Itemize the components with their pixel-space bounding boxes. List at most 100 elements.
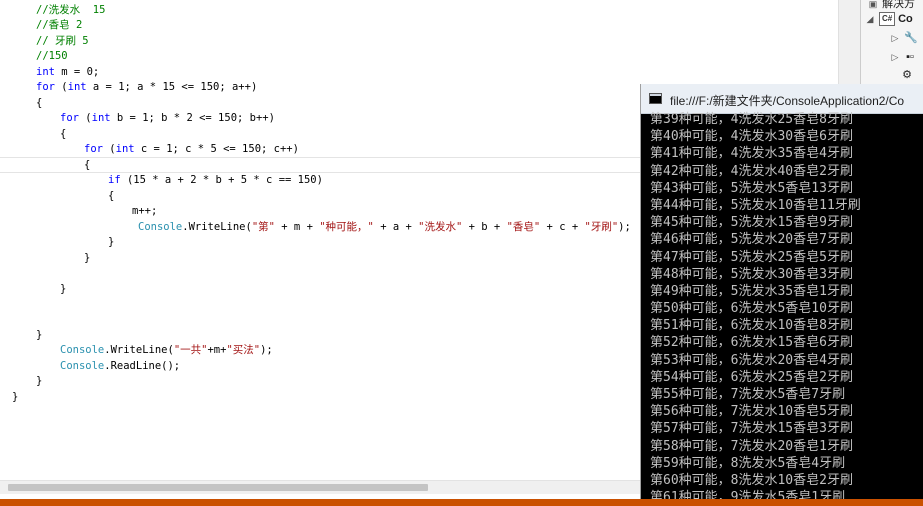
console-line: 第40种可能，4洗发水30香皂6牙刷: [650, 129, 853, 145]
console-line: 第50种可能，6洗发水5香皂10牙刷: [650, 301, 853, 317]
code-token: (: [54, 81, 68, 93]
code-token: int: [115, 143, 135, 155]
code-line[interactable]: {: [60, 127, 66, 143]
expanded-arrow-icon[interactable]: ◢: [864, 10, 876, 28]
code-line[interactable]: }: [12, 390, 18, 406]
code-line[interactable]: }: [84, 251, 90, 267]
code-token: //洗发水 15: [36, 4, 106, 16]
code-line[interactable]: {: [36, 96, 42, 112]
code-token: }: [108, 236, 115, 248]
code-token: m++;: [132, 205, 158, 217]
code-token: "一共": [173, 344, 208, 356]
code-line[interactable]: //香皂 2: [36, 18, 82, 34]
horizontal-scroll-thumb[interactable]: [8, 484, 428, 491]
console-line: 第53种可能，6洗发水20香皂4牙刷: [650, 352, 853, 368]
code-token: }: [36, 375, 43, 387]
code-token: if: [108, 174, 121, 186]
console-window[interactable]: file:///F:/新建文件夹/ConsoleApplication2/Co …: [640, 84, 923, 506]
console-line: 第49种可能，5洗发水35香皂1牙刷: [650, 283, 853, 299]
code-token: "第": [251, 221, 275, 233]
code-token: {: [60, 128, 67, 140]
code-token: .WriteLine(: [104, 344, 174, 356]
code-token: + a +: [373, 221, 419, 233]
console-line: 第47种可能，5洗发水25香皂5牙刷: [650, 249, 853, 265]
console-line: 第58种可能，7洗发水20香皂1牙刷: [650, 438, 853, 454]
console-output: 第39种可能，4洗发水25香皂8牙刷 第40种可能，4洗发水30香皂6牙刷 第41种…: [650, 111, 920, 506]
code-token: Console: [60, 344, 105, 356]
code-token: int: [91, 112, 111, 124]
code-line[interactable]: if (15 * a + 2 * b + 5 * c == 150): [108, 173, 323, 189]
code-token: b = 1; b * 2 <= 150; b++): [110, 112, 275, 124]
code-token: );: [260, 344, 273, 356]
code-token: "牙刷": [584, 221, 619, 233]
code-line[interactable]: for (int b = 1; b * 2 <= 150; b++): [60, 111, 275, 127]
tree-item-project[interactable]: ◢ C# Co: [864, 10, 913, 28]
code-line[interactable]: // 牙刷 5: [36, 34, 89, 50]
code-token: a = 1; a * 15 <= 150; a++): [86, 81, 258, 93]
code-token: (: [102, 143, 116, 155]
code-line[interactable]: }: [36, 374, 42, 390]
console-line: 第57种可能，7洗发水15香皂3牙刷: [650, 421, 853, 437]
csharp-project-icon: C#: [879, 12, 896, 27]
code-line[interactable]: Console.WriteLine("一共"+m+"买法");: [60, 343, 273, 359]
console-line: 第45种可能，5洗发水15香皂9牙刷: [650, 215, 853, 231]
code-token: // 牙刷 5: [36, 35, 89, 47]
code-line[interactable]: {: [108, 189, 114, 205]
code-line[interactable]: }: [108, 235, 114, 251]
code-token: //150: [36, 50, 68, 62]
solution-header-label: 解决方: [882, 0, 916, 10]
console-line: 第59种可能，8洗发水5香皂4牙刷: [650, 455, 846, 471]
code-token: Console: [138, 221, 183, 233]
code-token: }: [12, 391, 19, 403]
code-line[interactable]: int m = 0;: [36, 65, 99, 81]
console-line: 第54种可能，6洗发水25香皂2牙刷: [650, 369, 853, 385]
code-token: {: [36, 97, 43, 109]
code-token: for: [60, 112, 79, 124]
status-bar: [0, 499, 923, 506]
code-token: "洗发水": [418, 221, 463, 233]
code-token: {: [108, 190, 115, 202]
tree-item-config[interactable]: ⚙: [901, 66, 913, 84]
wrench-icon: 🔧: [904, 32, 918, 44]
code-token: {: [84, 159, 91, 171]
code-line[interactable]: }: [60, 282, 66, 298]
collapsed-arrow-icon[interactable]: ▷: [889, 29, 901, 47]
code-line[interactable]: m++;: [132, 204, 157, 220]
collapsed-arrow-icon[interactable]: ▷: [889, 48, 901, 66]
console-line: 第42种可能，4洗发水40香皂2牙刷: [650, 163, 853, 179]
code-token: +m+: [207, 344, 227, 356]
console-app-icon: [649, 93, 662, 104]
console-titlebar[interactable]: file:///F:/新建文件夹/ConsoleApplication2/Co: [641, 84, 923, 114]
config-file-icon: ⚙: [902, 69, 912, 81]
code-line[interactable]: for (int c = 1; c * 5 <= 150; c++): [84, 142, 299, 158]
code-line[interactable]: {: [84, 158, 90, 174]
code-token: //香皂 2: [36, 19, 83, 31]
console-line: 第52种可能，6洗发水15香皂6牙刷: [650, 335, 853, 351]
code-line[interactable]: Console.ReadLine();: [60, 359, 180, 375]
code-line[interactable]: for (int a = 1; a * 15 <= 150; a++): [36, 80, 257, 96]
code-token: for: [84, 143, 103, 155]
code-token: + b +: [462, 221, 507, 233]
console-line: 第60种可能，8洗发水10香皂2牙刷: [650, 472, 853, 488]
code-token: );: [618, 221, 631, 233]
console-line: 第51种可能，6洗发水10香皂8牙刷: [650, 318, 853, 334]
code-line[interactable]: }: [36, 328, 42, 344]
code-token: }: [84, 252, 91, 264]
code-token: int: [36, 66, 55, 78]
code-token: + c +: [540, 221, 585, 233]
code-line[interactable]: //150: [36, 49, 68, 65]
project-label: Co: [898, 13, 913, 25]
console-line: 第46种可能，5洗发水20香皂7牙刷: [650, 232, 853, 248]
console-line: 第44种可能，5洗发水10香皂11牙刷: [650, 197, 861, 213]
code-token: }: [60, 283, 67, 295]
code-line[interactable]: Console.WriteLine("第" + m + "种可能，" + a +…: [138, 220, 631, 236]
solution-explorer: ▣ 解决方 ◢ C# Co ▷ 🔧 ▷ ▪▫ ⚙: [860, 0, 923, 84]
console-line: 第56种可能，7洗发水10香皂5牙刷: [650, 404, 853, 420]
tree-item-references[interactable]: ▷ ▪▫: [889, 48, 916, 66]
console-line: 第39种可能，4洗发水25香皂8牙刷: [650, 112, 853, 127]
console-title: file:///F:/新建文件夹/ConsoleApplication2/Co: [670, 94, 905, 108]
tree-item-properties[interactable]: ▷ 🔧: [889, 29, 918, 47]
console-line: 第55种可能，7洗发水5香皂7牙刷: [650, 387, 846, 402]
code-line[interactable]: //洗发水 15: [36, 3, 105, 19]
editor-horizontal-scrollbar[interactable]: [0, 480, 640, 494]
